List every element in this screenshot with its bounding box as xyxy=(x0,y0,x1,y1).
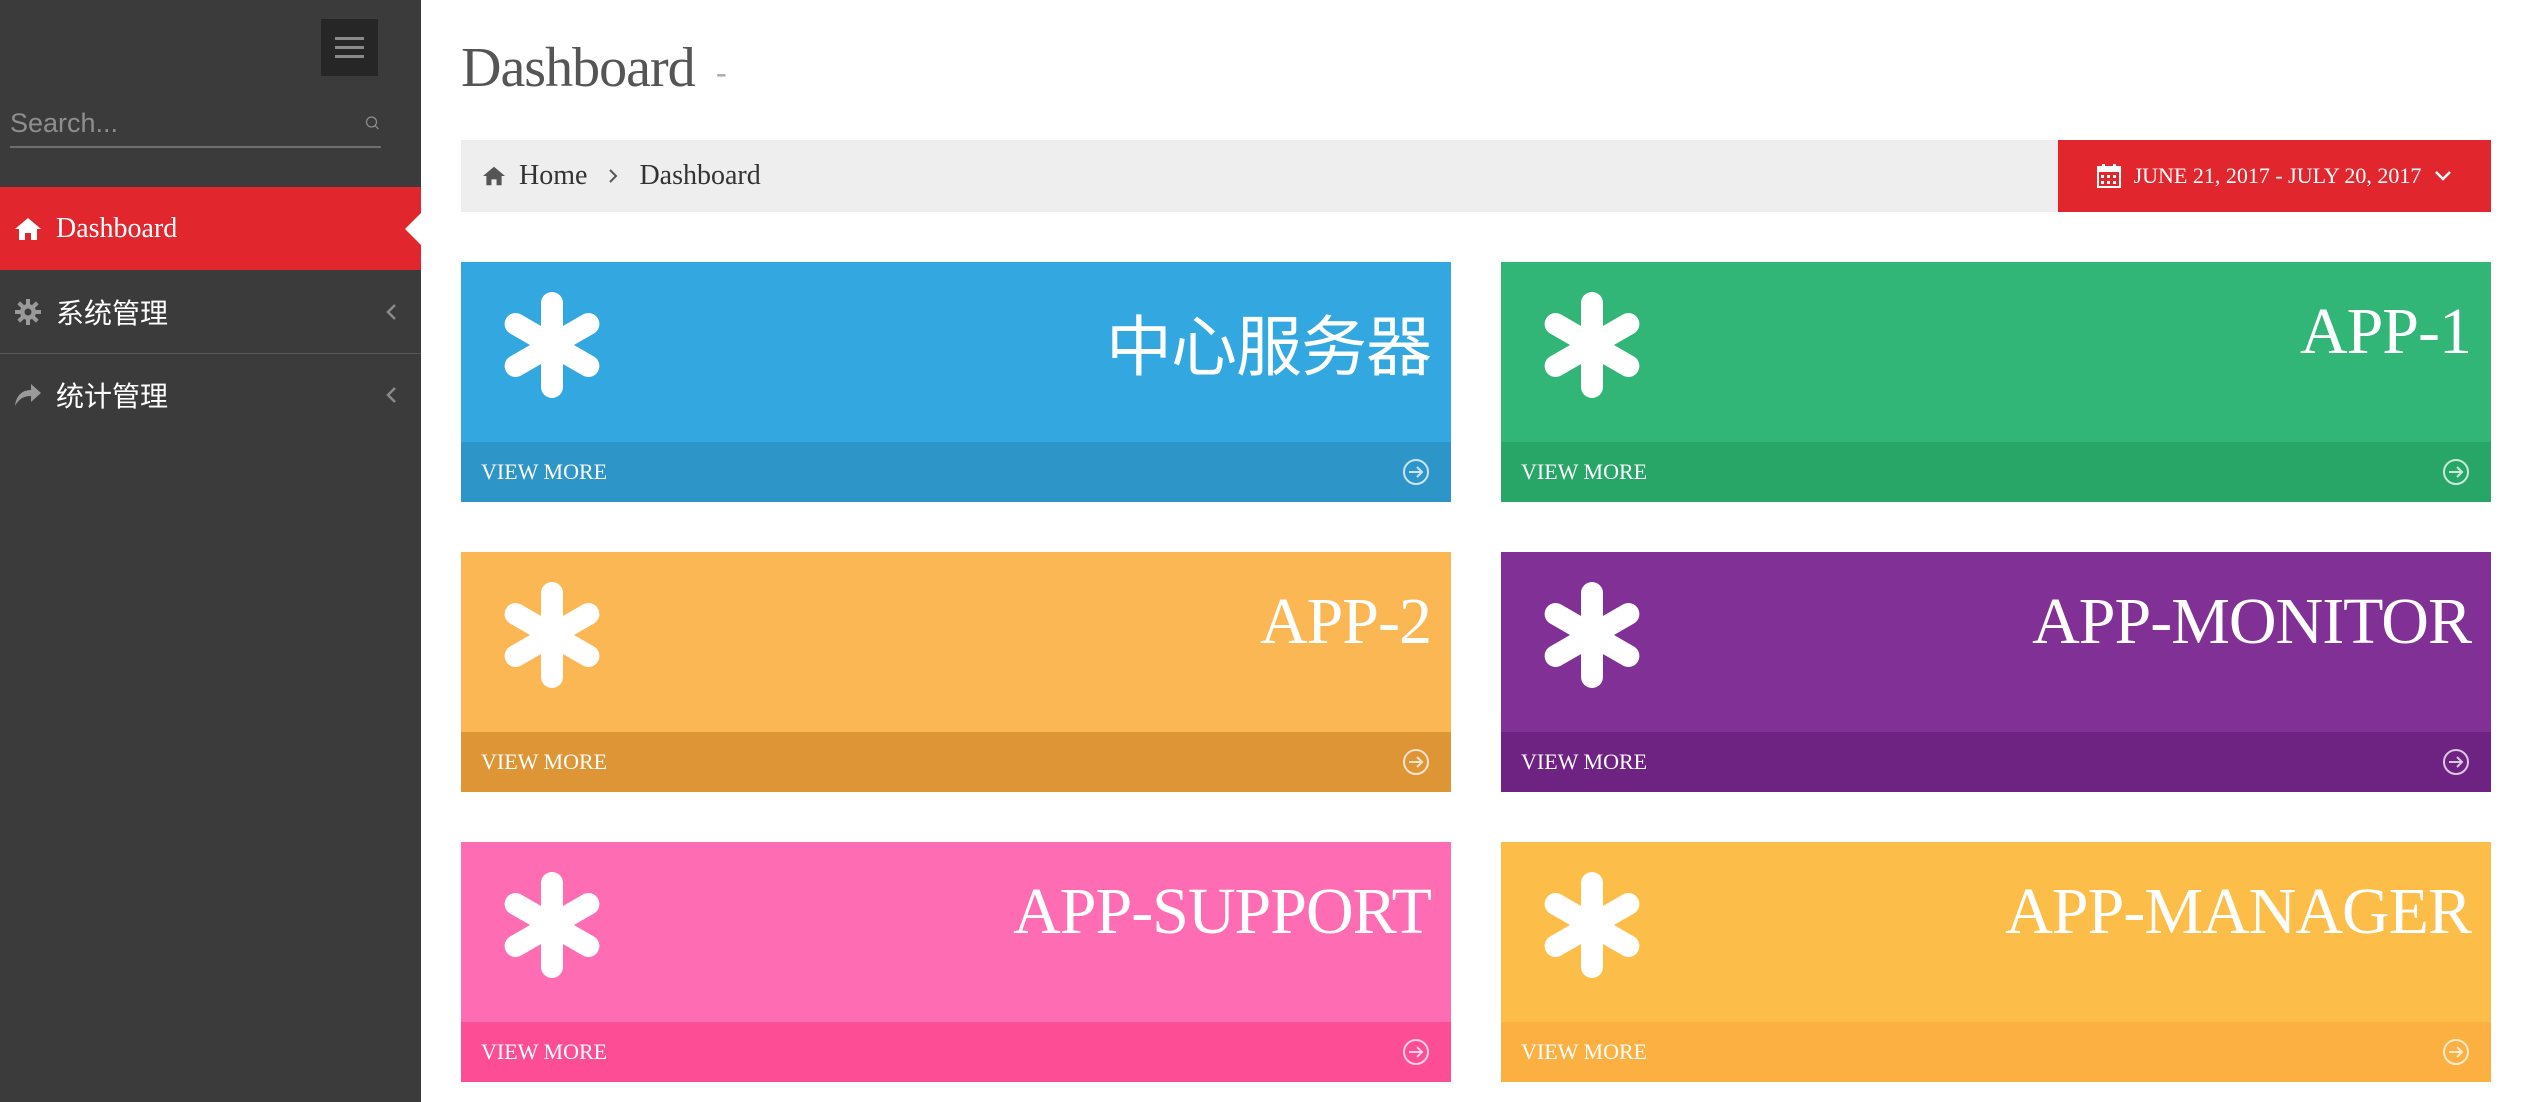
gear-icon xyxy=(0,298,56,326)
search-icon[interactable] xyxy=(364,106,381,140)
card-title: APP-2 xyxy=(1259,585,1432,658)
search-box xyxy=(10,100,381,148)
view-more-link[interactable]: VIEW MORE xyxy=(461,1022,1451,1082)
stat-card[interactable]: APP-MANAGER VIEW MORE xyxy=(1501,842,2491,1082)
main-content: Dashboard - Home Dashboard JUNE 21, 2017… xyxy=(421,0,2526,1102)
home-icon xyxy=(483,166,505,186)
sidebar-nav: Dashboard 系统管理 统计管理 xyxy=(0,187,421,436)
card-body: 中心服务器 xyxy=(461,262,1451,442)
chevron-down-icon xyxy=(2435,171,2452,181)
arrow-circle-right-icon xyxy=(1403,1039,1429,1065)
page-title: Dashboard xyxy=(461,37,696,99)
card-body: APP-SUPPORT xyxy=(461,842,1451,1022)
stat-card[interactable]: APP-1 VIEW MORE xyxy=(1501,262,2491,502)
breadcrumb-home-link[interactable]: Home xyxy=(481,160,587,192)
sidebar-item-label: 系统管理 xyxy=(56,298,169,330)
stat-card[interactable]: APP-SUPPORT VIEW MORE xyxy=(461,842,1451,1082)
breadcrumb: Home Dashboard JUNE 21, 2017 - JULY 20, … xyxy=(461,140,2491,212)
calendar-icon xyxy=(2096,164,2121,188)
card-title: APP-MANAGER xyxy=(2005,875,2472,948)
sidebar-item-label: 统计管理 xyxy=(56,382,169,413)
card-body: APP-1 xyxy=(1501,262,2491,442)
card-body: APP-MONITOR xyxy=(1501,552,2491,732)
asterisk-icon xyxy=(504,582,600,688)
home-icon xyxy=(0,216,56,242)
date-range-picker[interactable]: JUNE 21, 2017 - JULY 20, 2017 xyxy=(2058,140,2491,212)
sidebar: Dashboard 系统管理 xyxy=(0,0,421,1102)
arrow-circle-right-icon xyxy=(1403,749,1429,775)
arrow-circle-right-icon xyxy=(2443,1039,2469,1065)
arrow-circle-right-icon xyxy=(2443,749,2469,775)
share-icon xyxy=(0,382,56,408)
view-more-link[interactable]: VIEW MORE xyxy=(461,732,1451,792)
view-more-label: VIEW MORE xyxy=(1521,459,1648,484)
view-more-link[interactable]: VIEW MORE xyxy=(1501,442,2491,502)
view-more-label: VIEW MORE xyxy=(1521,749,1648,774)
breadcrumb-home-label: Home xyxy=(519,160,588,191)
arrow-circle-right-icon xyxy=(1403,459,1429,485)
card-body: APP-MANAGER xyxy=(1501,842,2491,1022)
breadcrumb-current: Dashboard xyxy=(639,160,761,191)
date-range-label: JUNE 21, 2017 - JULY 20, 2017 xyxy=(2133,163,2422,188)
hamburger-line xyxy=(335,37,364,40)
page-title-suffix: - xyxy=(716,54,727,90)
card-title: 中心服务器 xyxy=(1106,312,1432,385)
chevron-right-icon xyxy=(607,167,619,185)
search-input[interactable] xyxy=(10,101,364,145)
view-more-label: VIEW MORE xyxy=(1521,1039,1648,1064)
arrow-circle-right-icon xyxy=(2443,459,2469,485)
chevron-left-icon xyxy=(361,385,421,405)
hamburger-line xyxy=(335,55,364,58)
view-more-label: VIEW MORE xyxy=(481,749,608,774)
card-body: APP-2 xyxy=(461,552,1451,732)
card-title: APP-1 xyxy=(2299,295,2472,368)
view-more-link[interactable]: VIEW MORE xyxy=(1501,732,2491,792)
asterisk-icon xyxy=(504,872,600,978)
view-more-label: VIEW MORE xyxy=(481,1039,608,1064)
view-more-link[interactable]: VIEW MORE xyxy=(461,442,1451,502)
sidebar-item-dashboard[interactable]: Dashboard xyxy=(0,187,421,270)
view-more-link[interactable]: VIEW MORE xyxy=(1501,1022,2491,1082)
sidebar-item-label: Dashboard xyxy=(56,212,178,244)
view-more-label: VIEW MORE xyxy=(481,459,608,484)
asterisk-icon xyxy=(1544,582,1640,688)
sidebar-item-statistics-management[interactable]: 统计管理 xyxy=(0,353,421,436)
asterisk-icon xyxy=(504,292,600,398)
breadcrumb-trail: Home Dashboard xyxy=(461,160,761,192)
asterisk-icon xyxy=(1544,292,1640,398)
stat-card[interactable]: APP-MONITOR VIEW MORE xyxy=(1501,552,2491,792)
sidebar-item-system-management[interactable]: 系统管理 xyxy=(0,270,421,353)
asterisk-icon xyxy=(1544,872,1640,978)
hamburger-line xyxy=(335,46,364,49)
card-title: APP-MONITOR xyxy=(2032,585,2472,658)
stat-card[interactable]: 中心服务器 VIEW MORE xyxy=(461,262,1451,502)
menu-toggle-button[interactable] xyxy=(321,19,378,76)
chevron-left-icon xyxy=(361,302,421,322)
stat-card[interactable]: APP-2 VIEW MORE xyxy=(461,552,1451,792)
card-title: APP-SUPPORT xyxy=(1013,875,1432,948)
